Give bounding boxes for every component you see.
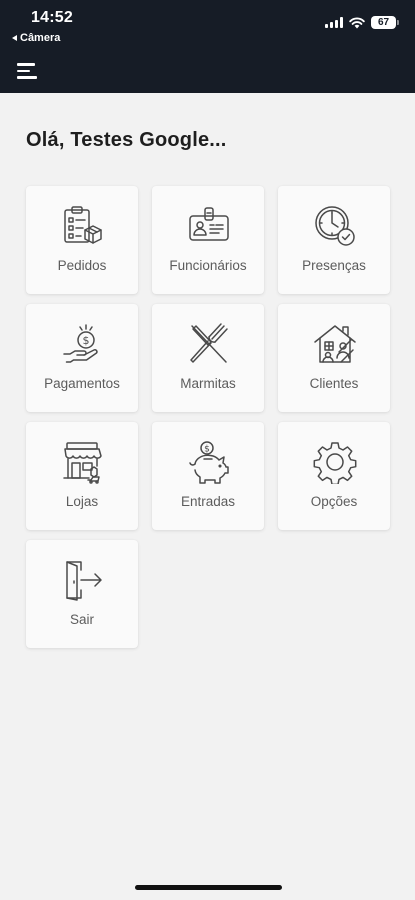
storefront-icon xyxy=(61,440,105,484)
back-to-app-link[interactable]: Câmera xyxy=(12,32,60,44)
tile-label: Lojas xyxy=(65,494,99,509)
tile-pedidos[interactable]: Pedidos xyxy=(26,186,138,294)
status-icons: 67 xyxy=(325,16,399,29)
greeting-title: Olá, Testes Google... xyxy=(26,129,227,151)
tile-label: Pedidos xyxy=(57,258,107,273)
hand-coin-icon: $ xyxy=(61,322,105,366)
svg-text:$: $ xyxy=(204,445,210,455)
clipboard-box-icon xyxy=(61,204,105,248)
status-time: 14:52 xyxy=(31,9,73,26)
clock-check-icon xyxy=(313,204,357,248)
back-arrow-icon xyxy=(12,35,17,41)
tile-lojas[interactable]: Lojas xyxy=(26,422,138,530)
gear-icon xyxy=(313,440,357,484)
tile-label: Clientes xyxy=(309,376,359,391)
piggy-bank-icon: $ xyxy=(187,440,231,484)
tile-funcionarios[interactable]: Funcionários xyxy=(152,186,264,294)
id-badge-icon xyxy=(187,204,231,248)
tile-opcoes[interactable]: Opções xyxy=(278,422,390,530)
tile-sair[interactable]: Sair xyxy=(26,540,138,648)
tile-presencas[interactable]: Presenças xyxy=(278,186,390,294)
battery-level: 67 xyxy=(377,17,390,28)
tile-label: Entradas xyxy=(180,494,236,509)
house-people-icon xyxy=(313,322,357,366)
tile-marmitas[interactable]: Marmitas xyxy=(152,304,264,412)
tile-label: Sair xyxy=(69,612,94,627)
tile-clientes[interactable]: Clientes xyxy=(278,304,390,412)
fork-knife-icon xyxy=(187,322,231,366)
battery-icon: 67 xyxy=(371,16,399,29)
wifi-icon xyxy=(349,17,365,28)
tile-label: Opções xyxy=(310,494,358,509)
hamburger-menu-icon[interactable] xyxy=(17,63,37,79)
door-exit-icon xyxy=(61,558,105,602)
tile-pagamentos[interactable]: $ Pagamentos xyxy=(26,304,138,412)
back-app-label: Câmera xyxy=(20,32,61,44)
top-bar: 14:52 Câmera 67 xyxy=(0,0,415,93)
tile-label: Funcionários xyxy=(169,258,247,273)
tile-label: Presenças xyxy=(302,258,366,273)
home-indicator[interactable] xyxy=(135,885,282,890)
tile-label: Marmitas xyxy=(180,376,236,391)
tile-label: Pagamentos xyxy=(44,376,120,391)
tile-entradas[interactable]: $ Entradas xyxy=(152,422,264,530)
menu-grid: Pedidos Funcionários Presenças $ Pagamen… xyxy=(26,186,390,648)
cellular-signal-icon xyxy=(325,17,343,28)
svg-text:$: $ xyxy=(83,334,90,347)
